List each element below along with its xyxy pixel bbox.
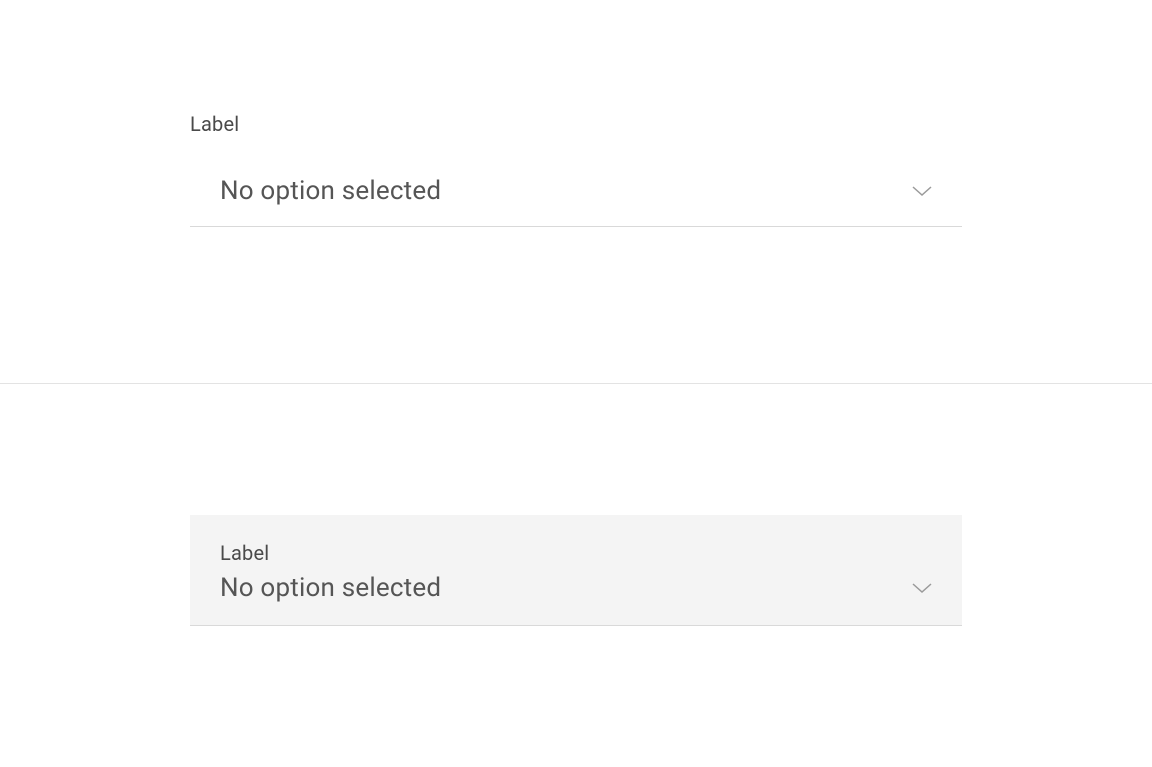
dropdown-selected-value: No option selected: [220, 176, 441, 206]
dropdown-section-outside-label: Label No option selected: [0, 0, 1152, 227]
dropdown-value-row: No option selected: [220, 573, 932, 603]
section-divider: [0, 383, 1152, 384]
dropdown-label: Label: [190, 112, 962, 136]
chevron-down-icon: [912, 582, 932, 594]
dropdown-selected-value: No option selected: [220, 573, 441, 603]
dropdown-section-contained: Label No option selected: [190, 515, 962, 626]
dropdown-label: Label: [220, 541, 932, 565]
chevron-down-icon: [912, 185, 932, 197]
dropdown-select-contained[interactable]: Label No option selected: [190, 515, 962, 626]
dropdown-select[interactable]: No option selected: [190, 164, 962, 227]
